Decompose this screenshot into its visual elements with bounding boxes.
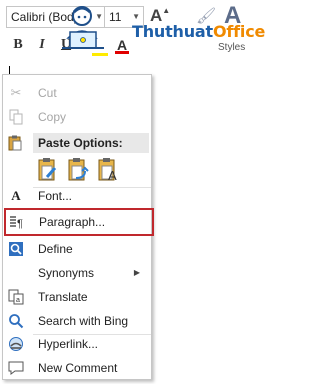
search-icon xyxy=(8,313,24,329)
clipboard-icon xyxy=(7,135,23,154)
context-menu: ✂ Cut Copy Paste Options: A A Font... ¶ … xyxy=(2,74,154,380)
hyperlink-icon xyxy=(8,336,24,352)
menu-item-hyperlink[interactable]: Hyperlink... xyxy=(4,332,150,356)
menu-item-label: Hyperlink... xyxy=(38,337,99,351)
paste-text-only-button[interactable]: A xyxy=(97,157,119,183)
menu-item-label: Search with Bing xyxy=(38,314,129,328)
styles-icon[interactable]: A xyxy=(224,2,241,30)
paste-options-header: Paste Options: xyxy=(33,133,149,153)
italic-button[interactable]: I xyxy=(32,34,52,56)
format-painter-icon[interactable]: 🖌 xyxy=(196,6,216,26)
menu-item-label: Font... xyxy=(38,189,73,203)
font-icon: A xyxy=(11,188,21,203)
define-icon xyxy=(8,241,24,257)
menu-item-copy[interactable]: Copy xyxy=(4,105,150,129)
font-size-combobox[interactable]: 11 ▼ xyxy=(104,6,144,28)
font-name-combobox[interactable]: Calibri (Body) ▼ xyxy=(6,6,106,28)
chevron-down-icon[interactable]: ▼ xyxy=(95,7,103,27)
menu-item-cut[interactable]: ✂ Cut xyxy=(4,81,150,105)
menu-item-label: New Comment xyxy=(38,361,118,375)
font-name-value: Calibri (Body) xyxy=(11,10,84,24)
menu-item-define[interactable]: Define xyxy=(4,237,150,261)
highlight-color-bar xyxy=(92,53,108,56)
menu-item-label: Define xyxy=(38,242,73,256)
menu-item-label: Translate xyxy=(38,290,88,304)
font-size-value: 11 xyxy=(109,10,122,24)
copy-icon xyxy=(8,109,24,125)
scissors-icon: ✂ xyxy=(10,85,22,100)
paste-merge-formatting-icon xyxy=(68,158,89,181)
paragraph-icon: ¶ xyxy=(9,214,25,230)
chevron-down-icon[interactable]: ▼ xyxy=(132,7,140,27)
menu-item-translate[interactable]: a Translate xyxy=(4,285,150,309)
comment-icon xyxy=(8,360,24,376)
menu-item-label: Copy xyxy=(38,110,67,124)
paste-keep-formatting-icon xyxy=(38,158,57,181)
translate-icon: a xyxy=(8,289,24,305)
styles-label[interactable]: Styles xyxy=(218,42,245,53)
menu-item-synonyms[interactable]: Synonyms ▶ xyxy=(4,261,150,285)
chevron-right-icon: ▶ xyxy=(133,268,140,277)
menu-item-search-with-bing[interactable]: Search with Bing xyxy=(4,309,150,333)
svg-text:a: a xyxy=(16,297,20,304)
svg-text:A: A xyxy=(108,168,117,183)
paste-keep-formatting-button[interactable] xyxy=(37,157,59,183)
paste-merge-formatting-button[interactable] xyxy=(67,157,89,183)
bold-button[interactable]: B xyxy=(8,34,28,56)
menu-item-label: Synonyms xyxy=(38,266,95,280)
svg-text:¶: ¶ xyxy=(17,218,23,230)
paste-text-only-icon: A xyxy=(98,158,117,183)
grow-font-glyph: A xyxy=(150,6,163,25)
menu-item-new-comment[interactable]: New Comment xyxy=(4,356,150,380)
font-color-button[interactable]: A xyxy=(112,34,132,56)
menu-item-label: Cut xyxy=(38,86,57,100)
grow-font-button[interactable]: A▲ xyxy=(150,6,170,26)
menu-item-label: Paragraph... xyxy=(39,215,106,229)
menu-item-font[interactable]: A Font... xyxy=(4,184,150,208)
underline-button[interactable]: U xyxy=(56,34,76,56)
mini-toolbar: Calibri (Body) ▼ 11 ▼ A▲ B I U A 🖌 A Sty… xyxy=(0,0,265,66)
menu-item-paragraph[interactable]: ¶ Paragraph... xyxy=(4,208,154,236)
